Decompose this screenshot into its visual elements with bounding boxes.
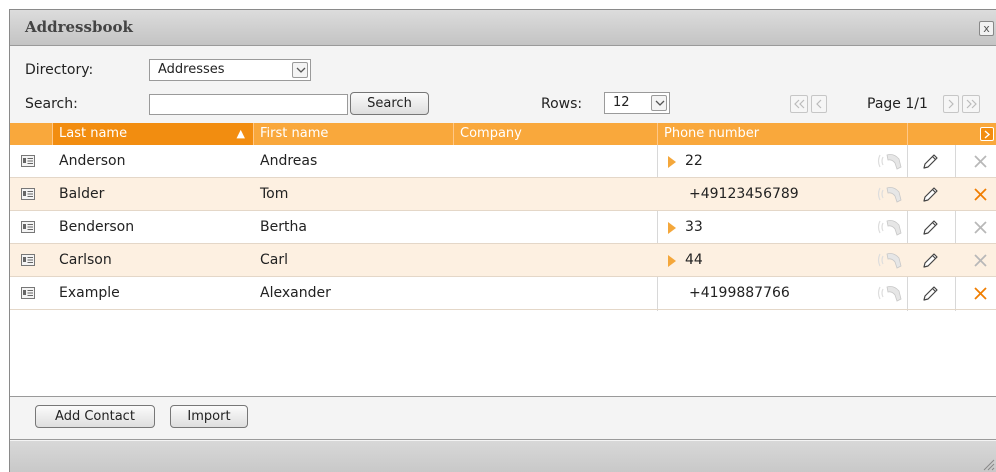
header-actions: [908, 123, 996, 145]
header-company-label: Company: [460, 126, 522, 141]
window-title: Addressbook: [25, 18, 133, 36]
cell-last-name: Benderson: [59, 219, 135, 235]
phone-handset-icon[interactable]: [875, 218, 903, 236]
chevron-right-icon: [984, 130, 991, 139]
header-company[interactable]: Company: [454, 123, 658, 145]
cell-last-name: Anderson: [59, 153, 126, 169]
first-page-button[interactable]: [790, 95, 808, 113]
header-last-name[interactable]: Last name ▲: [53, 123, 254, 145]
x-icon[interactable]: [973, 220, 988, 235]
rows-label: Rows:: [541, 96, 583, 112]
directory-select-value: Addresses: [158, 62, 225, 77]
contact-card-icon[interactable]: [21, 254, 35, 266]
cell-phone[interactable]: +4199887766: [689, 277, 790, 310]
x-icon[interactable]: [973, 187, 988, 202]
search-label: Search:: [25, 96, 78, 112]
search-button[interactable]: Search: [350, 92, 429, 115]
cell-first-name: Andreas: [260, 153, 318, 169]
cell-last-name: Balder: [59, 186, 105, 202]
chevron-right-icon: [948, 99, 954, 109]
cell-phone[interactable]: 22: [685, 145, 703, 178]
header-last-name-label: Last name: [59, 126, 128, 141]
phone-handset-icon[interactable]: [875, 185, 903, 203]
title-bar[interactable]: Addressbook x: [10, 10, 996, 46]
double-chevron-left-icon: [794, 99, 805, 109]
cell-last-name: Example: [59, 285, 120, 301]
next-page-button[interactable]: [943, 95, 959, 113]
contact-card-icon[interactable]: [21, 155, 35, 167]
cell-phone[interactable]: 44: [685, 244, 703, 277]
table-row[interactable]: Carlson Carl 44: [10, 244, 996, 277]
directory-label: Directory:: [25, 62, 94, 78]
table-row[interactable]: Benderson Bertha 33: [10, 211, 996, 244]
contacts-table: Last name ▲ First name Company Phone num…: [10, 123, 996, 397]
triangle-right-icon[interactable]: [668, 255, 676, 267]
table-header: Last name ▲ First name Company Phone num…: [10, 123, 996, 145]
contact-card-icon[interactable]: [21, 287, 35, 299]
header-first-name-label: First name: [260, 126, 329, 141]
triangle-right-icon[interactable]: [668, 222, 676, 234]
rows-select-value: 12: [613, 95, 630, 110]
close-button[interactable]: x: [979, 21, 994, 36]
cell-phone[interactable]: 33: [685, 211, 703, 244]
pencil-icon[interactable]: [921, 252, 939, 270]
chevron-down-icon: [292, 62, 308, 78]
x-icon[interactable]: [973, 286, 988, 301]
chevron-down-icon: [651, 95, 667, 111]
add-contact-button[interactable]: Add Contact: [35, 405, 155, 428]
import-button[interactable]: Import: [170, 405, 248, 428]
triangle-right-icon[interactable]: [668, 156, 676, 168]
x-icon[interactable]: [973, 154, 988, 169]
header-phone-label: Phone number: [664, 126, 760, 141]
prev-page-button[interactable]: [811, 95, 827, 113]
pencil-icon[interactable]: [921, 186, 939, 204]
pencil-icon[interactable]: [921, 153, 939, 171]
cell-first-name: Tom: [260, 186, 289, 202]
header-phone[interactable]: Phone number: [658, 123, 908, 145]
resize-grip-icon[interactable]: [981, 457, 995, 471]
status-bar: [10, 441, 996, 472]
phone-handset-icon[interactable]: [875, 284, 903, 302]
cell-first-name: Bertha: [260, 219, 307, 235]
chevron-left-icon: [816, 99, 822, 109]
directory-select[interactable]: Addresses: [149, 59, 311, 81]
search-input[interactable]: [149, 94, 348, 115]
last-page-button[interactable]: [962, 95, 980, 113]
page-indicator: Page 1/1: [867, 96, 928, 112]
cell-first-name: Alexander: [260, 285, 331, 301]
table-row[interactable]: Anderson Andreas 22: [10, 145, 996, 178]
cell-first-name: Carl: [260, 252, 288, 268]
contact-card-icon[interactable]: [21, 188, 35, 200]
addressbook-window: Addressbook x Directory: Addresses Searc…: [9, 9, 996, 472]
cell-last-name: Carlson: [59, 252, 112, 268]
x-icon[interactable]: [973, 253, 988, 268]
rows-select[interactable]: 12: [604, 92, 670, 114]
header-first-name[interactable]: First name: [254, 123, 454, 145]
pencil-icon[interactable]: [921, 285, 939, 303]
contact-card-icon[interactable]: [21, 221, 35, 233]
table-row[interactable]: Balder Tom +49123456789: [10, 178, 996, 211]
phone-handset-icon[interactable]: [875, 152, 903, 170]
phone-handset-icon[interactable]: [875, 251, 903, 269]
header-icon-column: [10, 123, 53, 145]
table-row[interactable]: Example Alexander +4199887766: [10, 277, 996, 310]
footer-bar: Add Contact Import: [10, 398, 996, 440]
sort-ascending-icon: ▲: [236, 127, 245, 140]
double-chevron-right-icon: [966, 99, 977, 109]
cell-phone[interactable]: +49123456789: [689, 178, 799, 211]
column-menu-button[interactable]: [980, 127, 994, 141]
pencil-icon[interactable]: [921, 219, 939, 237]
